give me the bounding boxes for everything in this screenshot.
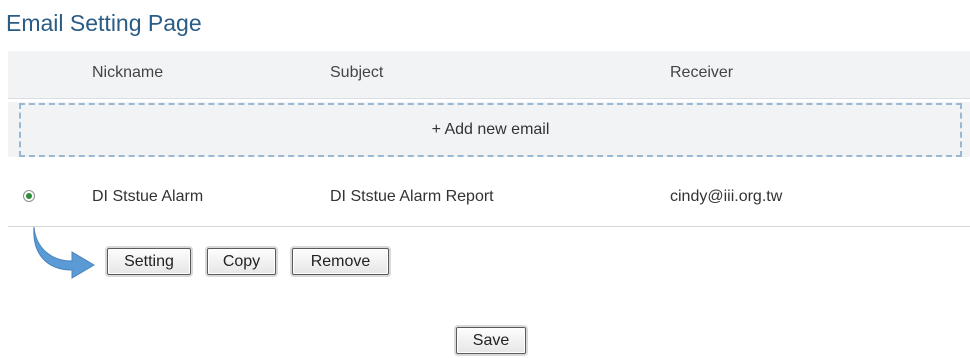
row-subject: DI Ststue Alarm Report xyxy=(330,188,494,205)
remove-button[interactable]: Remove xyxy=(292,248,389,275)
table-header: Nickname Subject Receiver xyxy=(8,51,970,99)
add-new-email-button[interactable]: + Add new email xyxy=(19,103,962,157)
add-email-row: + Add new email xyxy=(8,102,970,157)
row-select-radio[interactable] xyxy=(23,190,35,202)
column-header-receiver: Receiver xyxy=(670,64,734,81)
email-setting-page: Email Setting Page Nickname Subject Rece… xyxy=(0,0,970,358)
copy-button[interactable]: Copy xyxy=(207,248,276,275)
page-title: Email Setting Page xyxy=(6,10,202,36)
column-header-subject: Subject xyxy=(330,64,384,81)
table-row[interactable]: DI Ststue Alarm DI Ststue Alarm Report c… xyxy=(8,168,970,227)
setting-button[interactable]: Setting xyxy=(107,248,191,275)
curved-arrow-icon xyxy=(33,226,95,279)
row-nickname: DI Ststue Alarm xyxy=(92,188,204,205)
row-receiver: cindy@iii.org.tw xyxy=(670,188,783,205)
save-button[interactable]: Save xyxy=(456,327,526,354)
column-header-nickname: Nickname xyxy=(92,64,164,81)
